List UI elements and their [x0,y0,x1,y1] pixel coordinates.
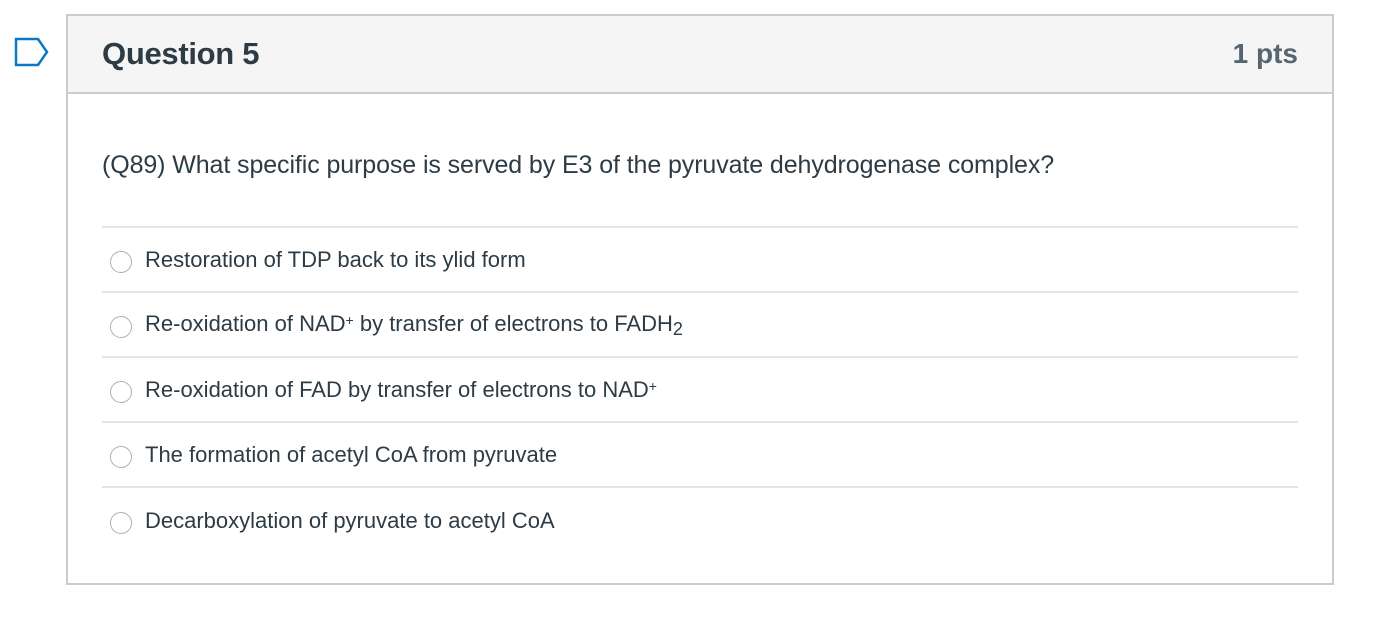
radio-button[interactable] [110,380,132,403]
answer-label: Decarboxylation of pyruvate to acetyl Co… [145,507,555,533]
answer-option-4[interactable]: The formation of acetyl CoA from pyruvat… [102,423,1298,488]
answer-label-part: by transfer of electrons to FADH [353,311,673,336]
superscript-plus: + [648,377,657,394]
radio-button[interactable] [110,315,132,338]
answer-option-5[interactable]: Decarboxylation of pyruvate to acetyl Co… [102,488,1298,553]
answer-option-2[interactable]: Re-oxidation of NAD+ by transfer of elec… [102,293,1298,358]
answer-option-1[interactable]: Restoration of TDP back to its ylid form [102,228,1298,293]
superscript-plus: + [345,312,354,328]
answer-label: The formation of acetyl CoA from pyruvat… [145,441,558,467]
question-card: Question 5 1 pts (Q89) What specific pur… [66,14,1334,585]
quiz-page: Question 5 1 pts (Q89) What specific pur… [0,0,1380,636]
answer-label: Re-oxidation of NAD+ by transfer of elec… [145,310,683,339]
answer-label: Re-oxidation of FAD by transfer of elect… [145,376,657,404]
question-title: Question 5 [102,36,260,71]
radio-button[interactable] [110,511,132,534]
question-header: Question 5 1 pts [68,16,1332,94]
radio-button[interactable] [110,250,132,273]
answer-label-part: Re-oxidation of NAD [145,311,346,336]
flag-question-icon[interactable] [14,37,50,67]
subscript-2: 2 [672,319,683,339]
question-body: (Q89) What specific purpose is served by… [68,94,1332,553]
answer-list: Restoration of TDP back to its ylid form… [102,226,1298,553]
question-text: (Q89) What specific purpose is served by… [102,151,1055,179]
radio-button[interactable] [110,445,132,468]
answer-option-3[interactable]: Re-oxidation of FAD by transfer of elect… [102,358,1298,423]
answer-label: Restoration of TDP back to its ylid form [145,246,526,272]
answer-label-part: Re-oxidation of FAD by transfer of elect… [145,376,649,402]
question-points: 1 pts [1232,38,1298,69]
